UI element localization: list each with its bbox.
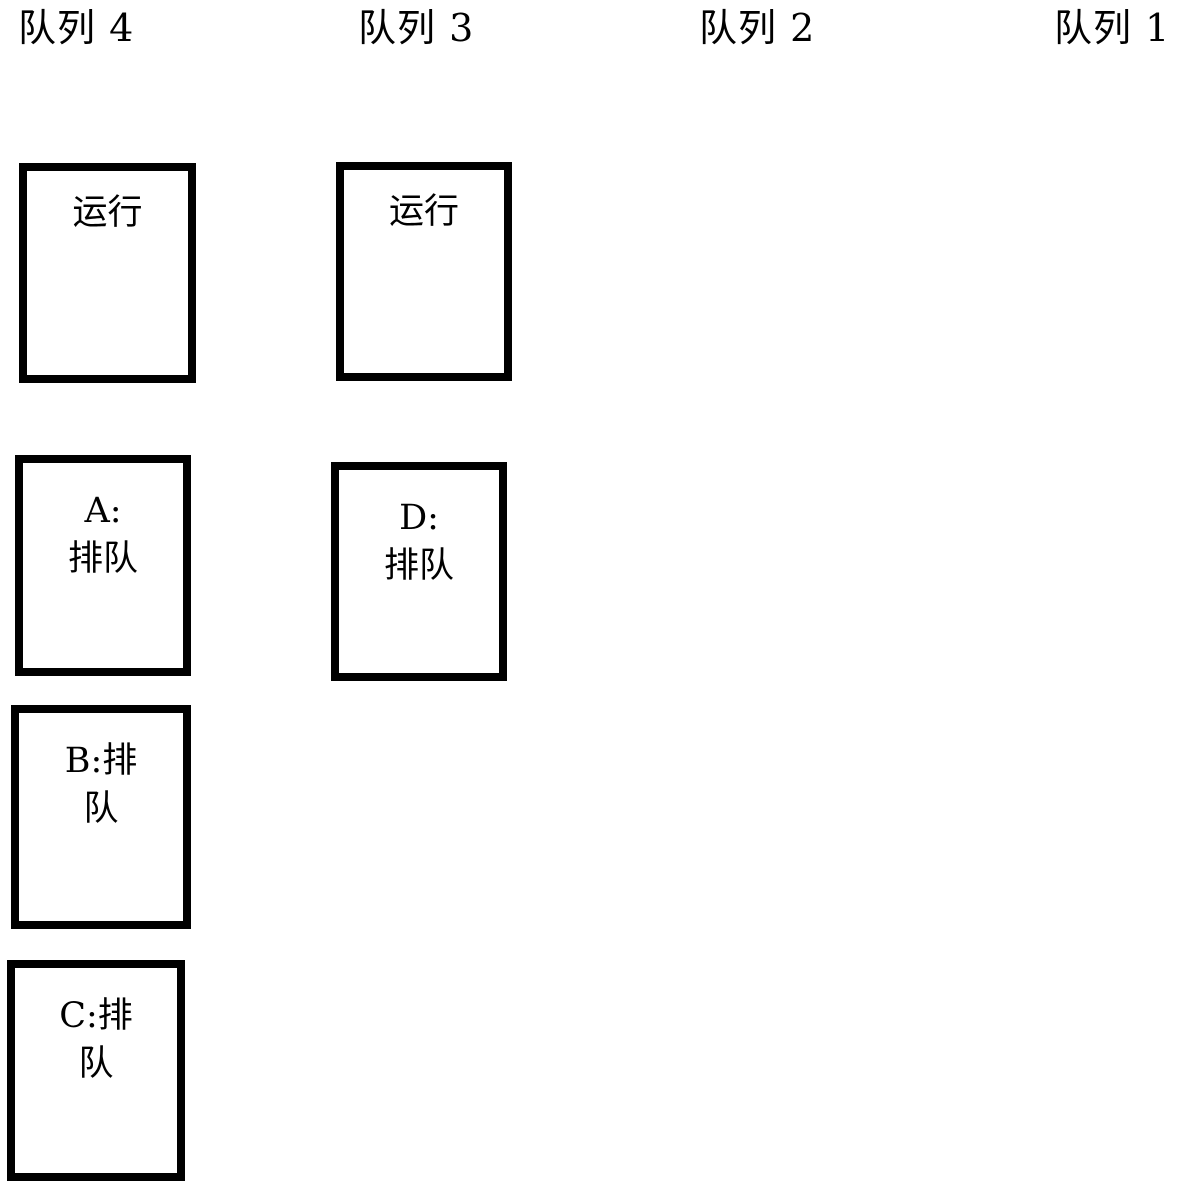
queue4-process-c-label: C:排队 [59,996,133,1084]
queue4-process-a-box: A:排队 [15,455,191,676]
queue4-process-b-label: B:排队 [64,741,138,829]
queue4-running-label: 运行 [72,193,143,233]
column-header-queue-4: 队列 4 [18,6,135,50]
queue-diagram-canvas: 队列 4 队列 3 队列 2 队列 1 运行 A:排队 B:排队 C:排队 运行… [0,0,1190,1187]
queue3-process-d-box: D:排队 [331,462,507,681]
queue2-empty-column [699,163,879,1163]
queue4-process-c-box: C:排队 [7,960,185,1181]
column-header-queue-1: 队列 1 [1054,6,1171,50]
queue3-running-box: 运行 [336,162,512,381]
queue1-empty-column [1054,163,1184,1163]
queue4-process-b-box: B:排队 [11,705,191,929]
queue4-running-box: 运行 [19,163,196,383]
column-header-queue-2: 队列 2 [699,6,816,50]
column-header-queue-3: 队列 3 [358,6,475,50]
queue3-process-d-label: D:排队 [383,498,454,586]
queue3-running-label: 运行 [388,192,459,232]
queue4-process-a-label: A:排队 [67,491,138,579]
